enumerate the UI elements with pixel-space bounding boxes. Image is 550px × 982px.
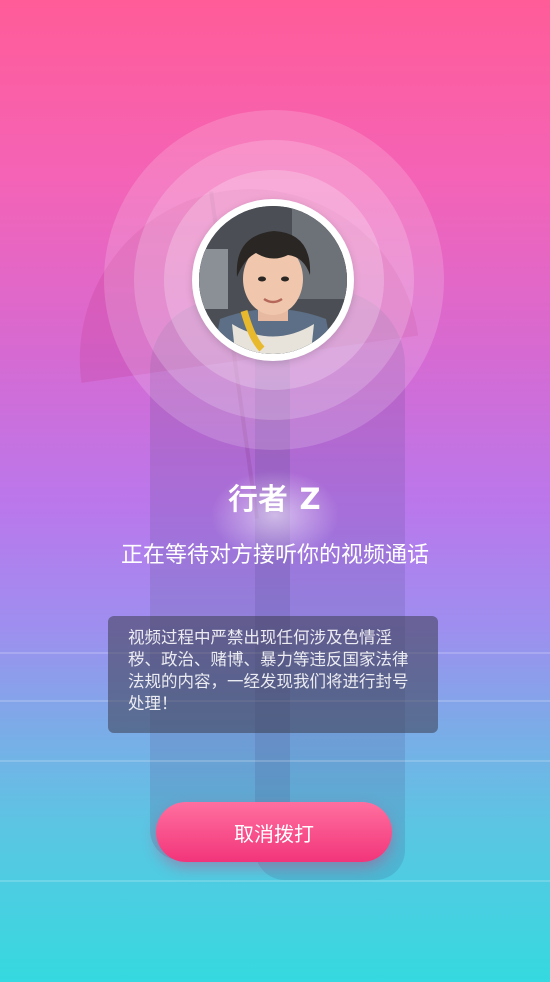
video-call-waiting-screen: 行者 Z 正在等待对方接听你的视频通话 视频过程中严禁出现任何涉及色情淫秽、政治… <box>0 0 550 982</box>
cancel-call-button[interactable]: 取消拨打 <box>156 802 392 862</box>
notice-text: 视频过程中严禁出现任何涉及色情淫秽、政治、赌博、暴力等违反国家法律法规的内容，一… <box>128 628 409 713</box>
caller-avatar <box>192 199 354 361</box>
avatar-portrait <box>199 206 347 354</box>
wave-line <box>0 880 550 882</box>
caller-name: 行者 Z <box>228 482 322 516</box>
content-warning-notice: 视频过程中严禁出现任何涉及色情淫秽、政治、赌博、暴力等违反国家法律法规的内容，一… <box>108 616 438 733</box>
wave-line <box>0 760 550 762</box>
call-status-text: 正在等待对方接听你的视频通话 <box>120 543 429 568</box>
